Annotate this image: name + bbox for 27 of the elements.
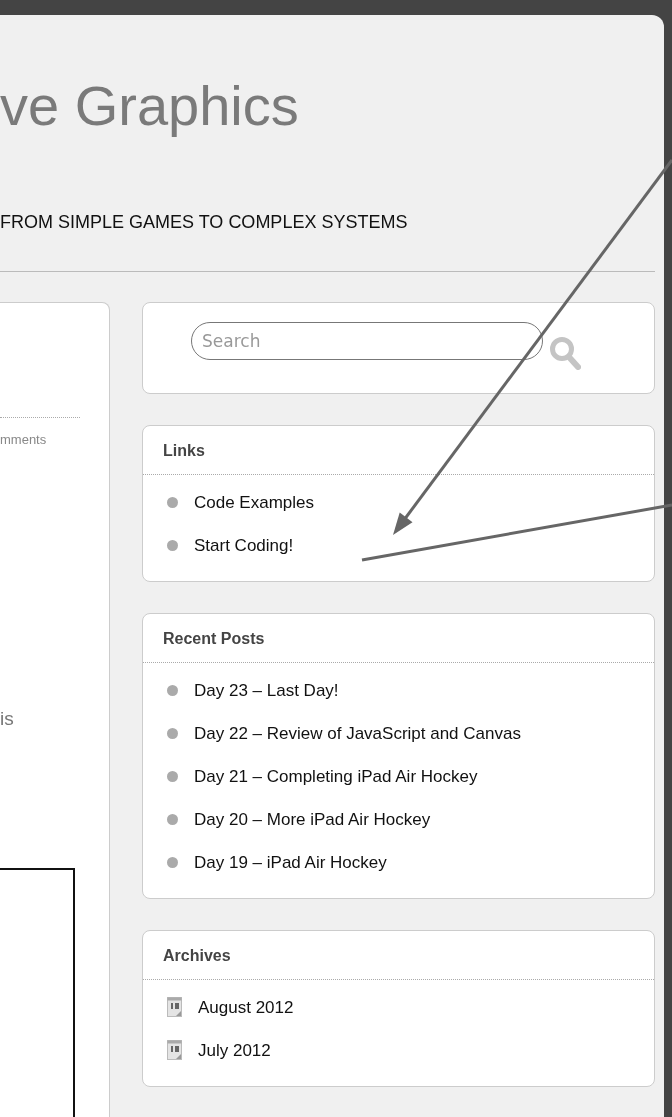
post-text: is <box>0 707 14 731</box>
sidebar-link[interactable]: Start Coding! <box>194 527 294 564</box>
post-meta: mments <box>0 432 47 448</box>
calendar-icon <box>167 997 182 1017</box>
sidebar-link[interactable]: Day 19 – iPad Air Hockey <box>194 844 387 881</box>
bullet-icon <box>167 497 178 508</box>
sidebar-link[interactable]: August 2012 <box>198 989 294 1026</box>
sidebar-link[interactable]: Day 20 – More iPad Air Hockey <box>194 801 431 838</box>
sidebar-link[interactable]: Day 22 – Review of JavaScript and Canvas <box>194 715 521 752</box>
sidebar-link[interactable]: Day 23 – Last Day! <box>194 672 339 709</box>
search-icon[interactable] <box>549 336 581 370</box>
bullet-icon <box>167 540 178 551</box>
widget-title: Links <box>143 426 654 475</box>
site-tagline: FROM SIMPLE GAMES TO COMPLEX SYSTEMS <box>0 211 409 234</box>
calendar-icon <box>167 1040 182 1060</box>
bullet-icon <box>167 771 178 782</box>
sidebar-link[interactable]: Day 21 – Completing iPad Air Hockey <box>194 758 478 795</box>
widget-title: Archives <box>143 931 654 980</box>
bullet-icon <box>167 685 178 696</box>
search-field[interactable]: Search <box>191 322 543 360</box>
widget-title: Recent Posts <box>143 614 654 663</box>
bullet-icon <box>167 857 178 868</box>
sidebar-link[interactable]: Code Examples <box>194 484 314 521</box>
site-title: ve Graphics <box>0 75 300 137</box>
bullet-icon <box>167 814 178 825</box>
sidebar-link[interactable]: July 2012 <box>198 1032 271 1069</box>
bullet-icon <box>167 728 178 739</box>
